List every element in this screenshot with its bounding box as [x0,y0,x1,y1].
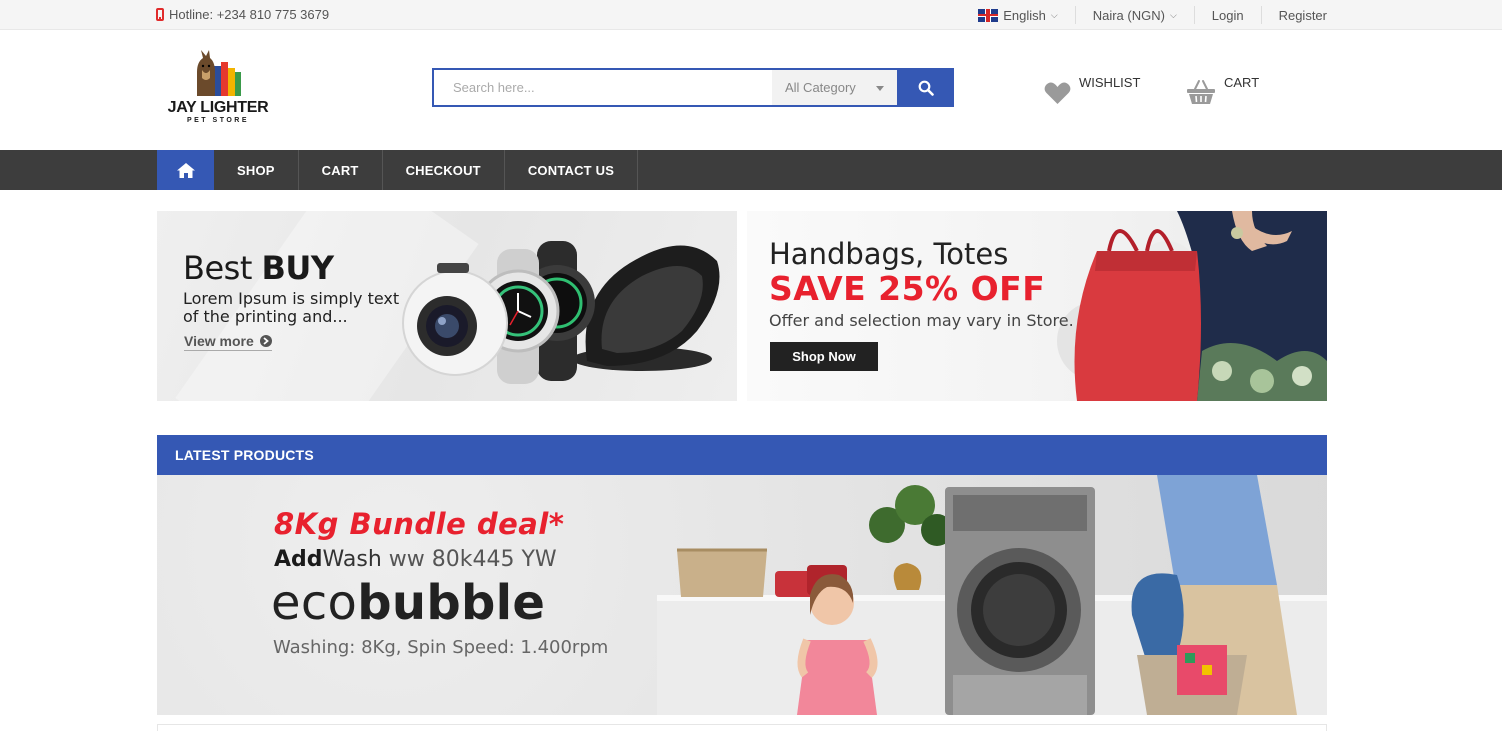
heart-icon [1044,82,1071,104]
top-bar: Hotline: +234 810 775 3679 English ⌵ Nai… [0,0,1502,30]
main-nav: SHOP CART CHECKOUT CONTACT US [0,150,1502,190]
logo-title: JAY LIGHTER [167,99,269,116]
currency-label: Naira (NGN) [1092,7,1165,23]
search-bar: All Category [432,68,954,107]
promo-ecobubble: ecobubble [271,575,546,631]
store-logo[interactable]: JAY LIGHTER PET STORE [163,48,273,128]
promo-model: AddWash ww 80k445 YW [274,547,557,572]
category-select-label: All Category [785,80,856,95]
laundry-scene-image [657,475,1327,715]
cart-link[interactable]: CART [1186,75,1260,105]
promo-spec: Washing: 8Kg, Spin Speed: 1.400rpm [273,637,609,658]
phone-icon [156,8,164,21]
hotline: Hotline: +234 810 775 3679 [156,7,329,22]
banner-handbags[interactable]: Handbags, Totes SAVE 25% OFF Offer and s… [747,211,1327,401]
search-button[interactable] [897,69,954,106]
nav-item-contact-us[interactable]: CONTACT US [505,150,639,190]
chevron-down-icon: ⌵ [1050,9,1058,20]
next-section-edge [157,724,1327,731]
latest-products-heading: LATEST PRODUCTS [157,435,1327,475]
chevron-down-icon [876,86,884,91]
login-link[interactable]: Login [1193,6,1261,24]
language-selector[interactable]: English ⌵ [961,6,1074,24]
promo-banner-washer[interactable]: 8Kg Bundle deal* AddWash ww 80k445 YW ec… [157,475,1327,715]
banner-title: Handbags, Totes [769,237,1009,271]
banner-text: Offer and selection may vary in Store. [769,311,1074,330]
handbag-model-image [1057,211,1327,401]
banner-title: Best BUY [183,249,334,287]
wishlist-label: WISHLIST [1079,75,1141,90]
banner-text: Lorem Ipsum is simply text of the printi… [183,289,400,326]
nav-item-checkout[interactable]: CHECKOUT [383,150,505,190]
home-icon [176,162,195,178]
category-select[interactable]: All Category [772,70,897,105]
view-more-label: View more [184,333,254,349]
register-link[interactable]: Register [1260,6,1327,24]
hotline-text: Hotline: +234 810 775 3679 [169,7,330,22]
nav-home[interactable] [157,150,214,190]
chevron-down-icon: ⌵ [1169,9,1177,20]
search-input[interactable] [434,70,772,105]
promo-deal-title: 8Kg Bundle deal* [274,507,565,541]
header: JAY LIGHTER PET STORE All Category WISHL… [0,30,1502,150]
view-more-link[interactable]: View more [184,333,272,351]
cart-label: CART [1224,75,1260,90]
basket-icon [1187,80,1215,104]
wishlist-link[interactable]: WISHLIST [1044,75,1141,105]
banner-sale-text: SAVE 25% OFF [769,269,1046,308]
flag-uk-icon [978,8,999,22]
shop-now-button[interactable]: Shop Now [770,342,878,371]
smart-devices-image [402,241,720,384]
nav-item-cart[interactable]: CART [299,150,383,190]
login-label: Login [1211,7,1244,23]
language-label: English [1003,7,1046,23]
banner-best-buy[interactable]: Best BUY Lorem Ipsum is simply text of t… [157,211,737,401]
arrow-circle-right-icon [259,335,272,347]
register-label: Register [1278,7,1327,23]
logo-dog-icon [197,50,241,96]
currency-selector[interactable]: Naira (NGN) ⌵ [1074,6,1194,24]
search-icon [918,80,934,96]
logo-subtitle: PET STORE [186,117,250,124]
top-right-menu: English ⌵ Naira (NGN) ⌵ Login Register [961,0,1327,30]
nav-item-shop[interactable]: SHOP [214,150,299,190]
